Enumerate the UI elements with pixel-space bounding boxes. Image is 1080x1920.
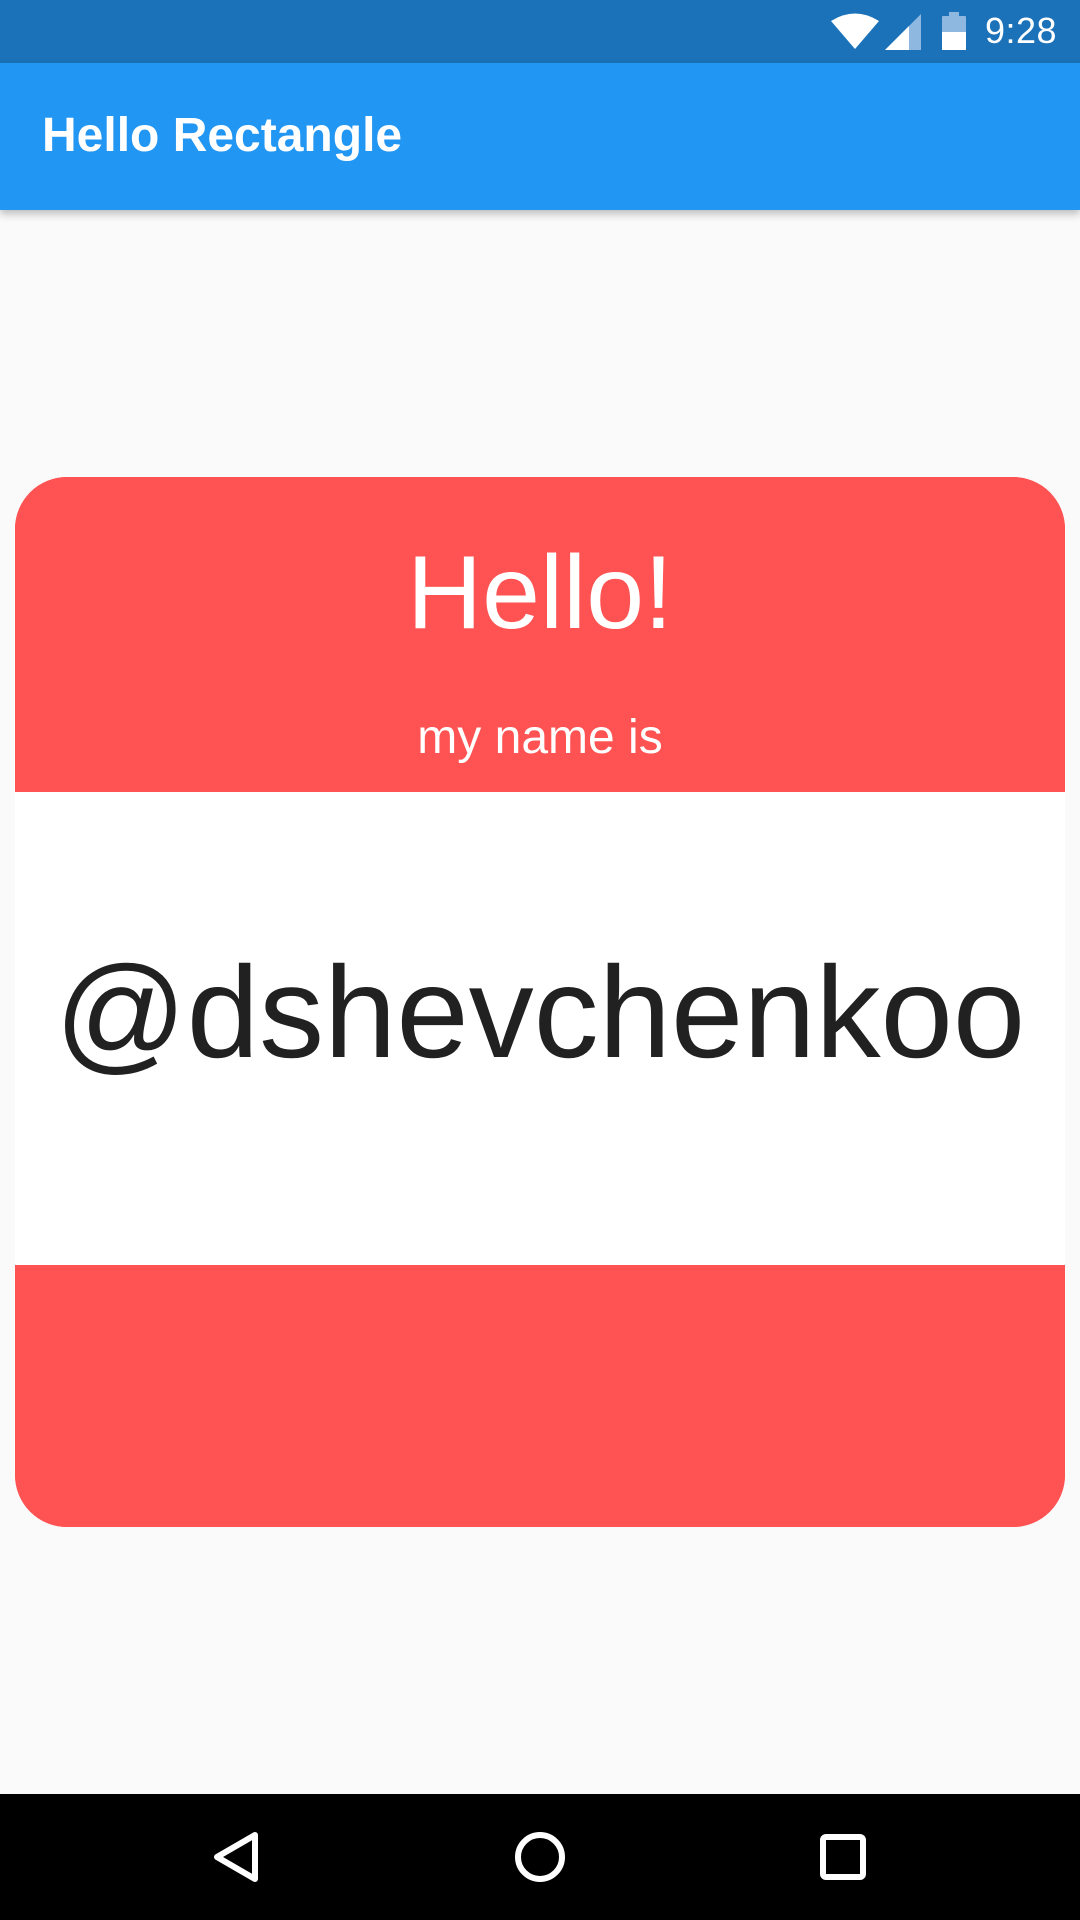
battery-icon xyxy=(942,12,966,50)
status-bar: 9:28 xyxy=(0,0,1080,63)
subtitle-text: my name is xyxy=(417,711,663,764)
app-bar: Hello Rectangle xyxy=(0,63,1080,210)
back-icon[interactable] xyxy=(197,1817,277,1897)
card-footer xyxy=(15,1265,1065,1527)
hello-rectangle-card: Hello! my name is @dshevchenkoo xyxy=(15,477,1065,1527)
navigation-bar xyxy=(0,1794,1080,1920)
status-time: 9:28 xyxy=(985,10,1058,51)
username-text: @dshevchenkoo xyxy=(54,939,1026,1085)
card-header: Hello! my name is xyxy=(15,477,1065,792)
recents-icon[interactable] xyxy=(803,1817,883,1897)
greeting-text: Hello! xyxy=(407,535,673,651)
cell-signal-icon xyxy=(885,14,921,50)
app-bar-title: Hello Rectangle xyxy=(42,109,403,162)
home-icon[interactable] xyxy=(500,1817,580,1897)
wifi-icon xyxy=(831,13,879,49)
name-panel: @dshevchenkoo xyxy=(15,792,1065,1265)
